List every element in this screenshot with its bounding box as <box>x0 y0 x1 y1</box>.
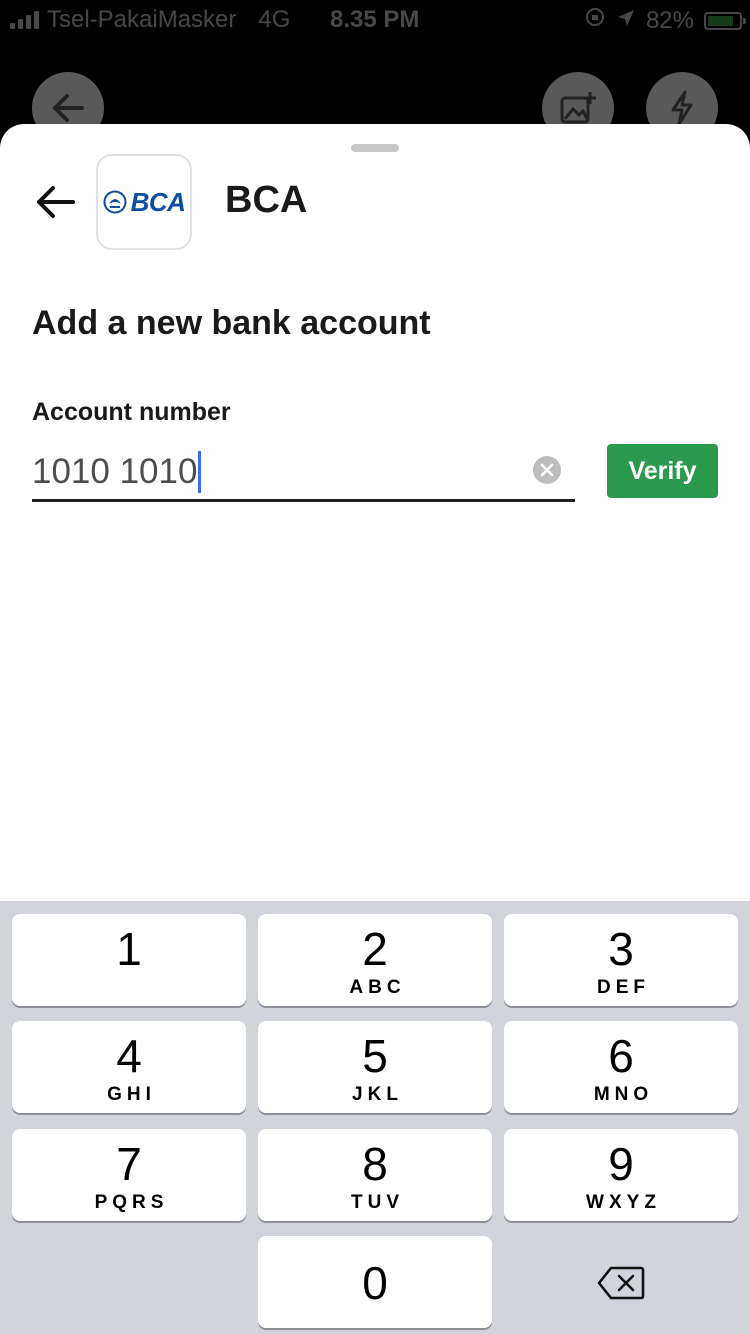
key-5[interactable]: 5 JKL <box>258 1021 492 1113</box>
key-7[interactable]: 7 PQRS <box>12 1129 246 1221</box>
key-3[interactable]: 3 DEF <box>504 914 738 1006</box>
key-letters: PQRS <box>94 1192 169 1213</box>
back-arrow-icon <box>37 186 75 218</box>
key-digit: 6 <box>608 1030 634 1082</box>
battery-percent: 82% <box>645 6 694 34</box>
network-type: 4G <box>258 6 291 33</box>
key-digit: 1 <box>116 923 142 975</box>
clear-icon <box>540 463 554 477</box>
battery-icon <box>704 11 746 30</box>
key-6[interactable]: 6 MNO <box>504 1021 738 1113</box>
key-digit: 0 <box>362 1257 388 1309</box>
bank-logo-text: BCA <box>130 186 186 217</box>
key-8[interactable]: 8 TUV <box>258 1129 492 1221</box>
numeric-keypad: 1 2 ABC 3 DEF 4 GHI 5 JKL 6 MNO 7 PQRS 8… <box>0 901 750 1334</box>
back-arrow-icon <box>53 94 84 122</box>
location-icon <box>616 7 636 35</box>
sheet-grabber[interactable] <box>351 144 399 152</box>
key-digit: 7 <box>116 1138 142 1190</box>
bank-logo: BCA <box>96 154 192 250</box>
signal-icon <box>10 11 39 29</box>
key-letters: ABC <box>349 977 406 998</box>
key-digit: 4 <box>116 1030 142 1082</box>
key-digit: 5 <box>362 1030 388 1082</box>
status-left: Tsel-PakaiMasker 4G <box>10 6 290 34</box>
carrier-name: Tsel-PakaiMasker <box>47 6 237 33</box>
status-right: 82% <box>584 6 746 35</box>
account-number-value: 1010 1010 <box>32 452 198 491</box>
key-digit: 8 <box>362 1138 388 1190</box>
text-caret <box>198 450 202 493</box>
key-letters: TUV <box>351 1192 404 1213</box>
backspace-key[interactable] <box>504 1237 738 1329</box>
key-9[interactable]: 9 WXYZ <box>504 1129 738 1221</box>
bca-emblem-icon <box>103 190 127 214</box>
verify-button[interactable]: Verify <box>607 444 718 498</box>
status-time: 8.35 PM <box>330 6 420 33</box>
orientation-lock-icon <box>584 6 606 35</box>
flash-icon <box>671 90 693 126</box>
key-letters: MNO <box>593 1084 654 1105</box>
key-4[interactable]: 4 GHI <box>12 1021 246 1113</box>
key-digit: 3 <box>608 923 634 975</box>
key-2[interactable]: 2 ABC <box>258 914 492 1006</box>
clear-input-button[interactable] <box>533 456 561 484</box>
status-bar: Tsel-PakaiMasker 4G 8.35 PM 82% <box>0 0 750 40</box>
key-0[interactable]: 0 <box>258 1236 492 1328</box>
key-digit: 2 <box>362 923 388 975</box>
key-digit: 9 <box>608 1138 634 1190</box>
backspace-icon <box>597 1266 645 1300</box>
key-letters: GHI <box>107 1084 156 1105</box>
key-letters: DEF <box>597 977 650 998</box>
account-number-label: Account number <box>32 398 231 426</box>
key-1[interactable]: 1 <box>12 914 246 1006</box>
bank-name: BCA <box>225 179 308 221</box>
back-button[interactable] <box>36 184 76 220</box>
page-title: Add a new bank account <box>32 304 431 342</box>
account-number-input[interactable]: 1010 1010 <box>32 444 575 502</box>
key-letters: WXYZ <box>586 1192 661 1213</box>
add-photo-icon <box>560 92 596 124</box>
key-letters: JKL <box>352 1084 403 1105</box>
